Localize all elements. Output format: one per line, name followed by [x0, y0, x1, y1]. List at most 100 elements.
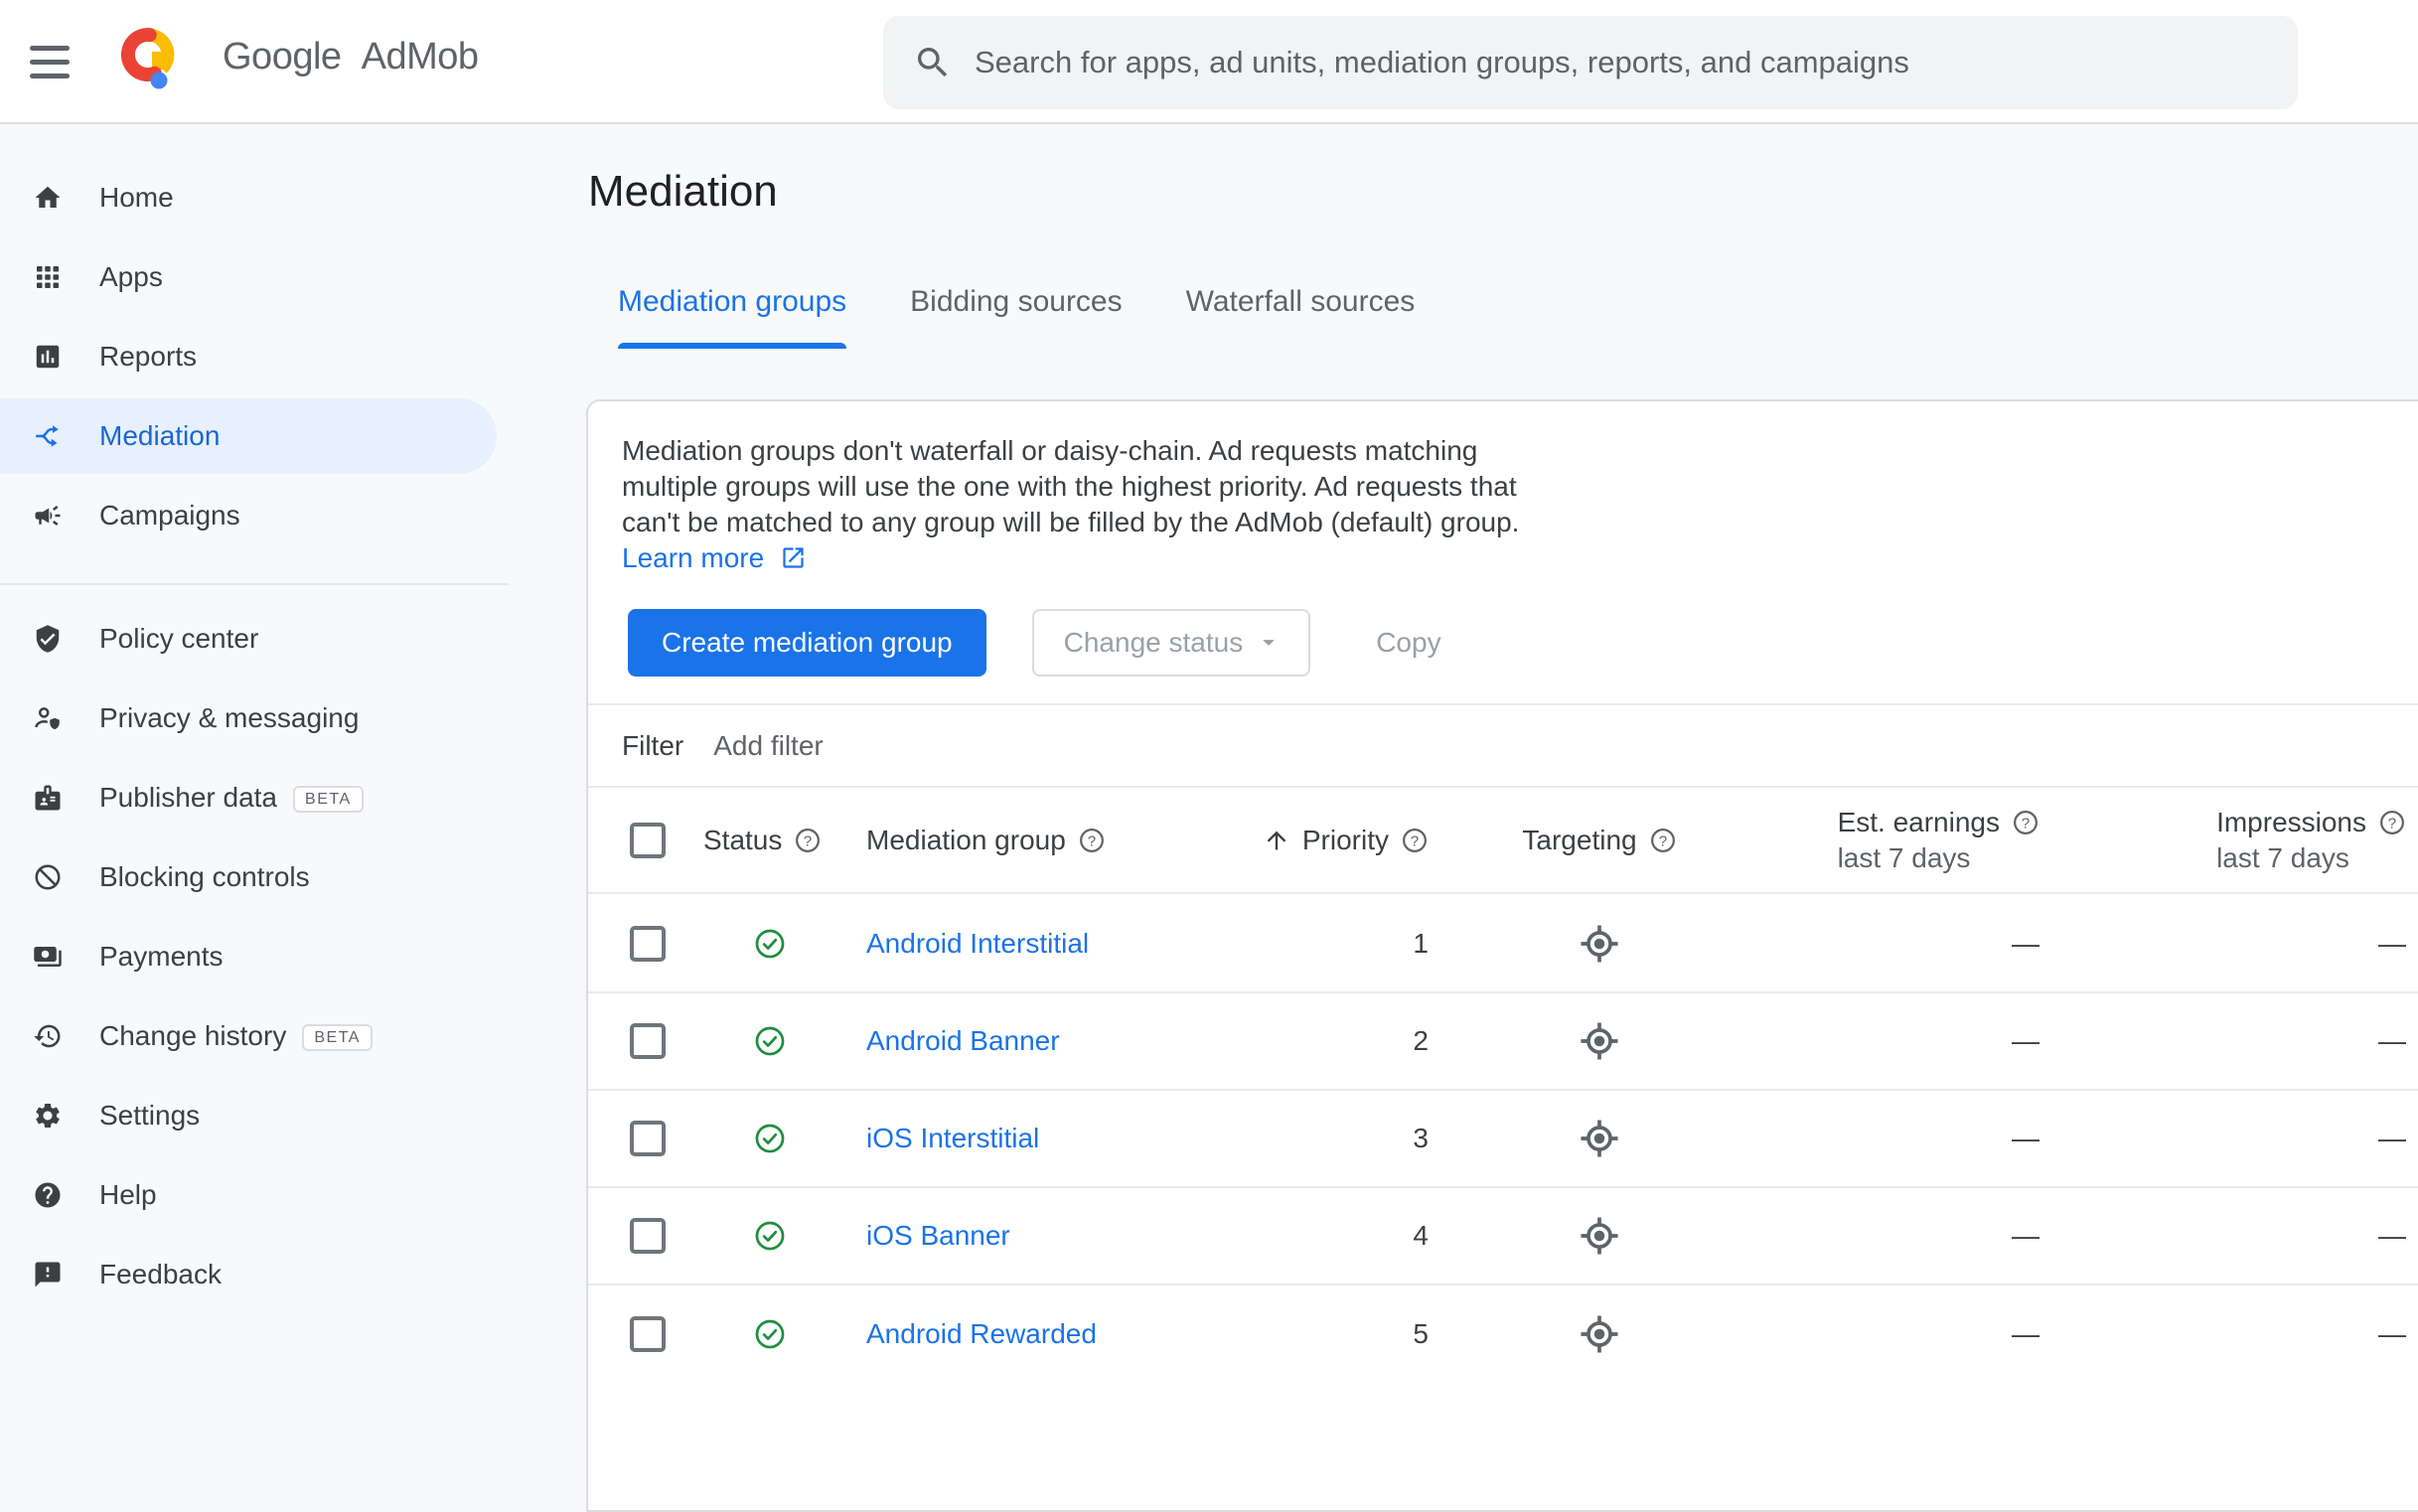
sidebar-nav: Home Apps Reports Mediation Campaigns Po…	[0, 124, 509, 1375]
admob-logo	[120, 28, 175, 89]
priority-value: 3	[1413, 1123, 1429, 1153]
help-icon[interactable]	[2012, 809, 2040, 836]
mediation-group-link[interactable]: Android Rewarded	[856, 1318, 1234, 1350]
sidebar-item-campaigns[interactable]: Campaigns	[0, 476, 497, 555]
table-row: Android Interstitial 1 — —	[588, 896, 2418, 993]
hamburger-menu-icon[interactable]	[30, 38, 77, 85]
section-divider	[588, 703, 2418, 705]
learn-more-link[interactable]: Learn more	[622, 542, 764, 573]
sidebar-item-blocking-controls[interactable]: Blocking controls	[0, 837, 497, 917]
targeting-icon[interactable]	[1579, 1020, 1620, 1062]
sidebar-item-mediation[interactable]: Mediation	[0, 398, 497, 474]
targeting-icon[interactable]	[1579, 1215, 1620, 1257]
table-body: Android Interstitial 1 — — Android Banne…	[588, 896, 2418, 1383]
mediation-group-link[interactable]: Android Banner	[856, 1025, 1234, 1057]
row-checkbox[interactable]	[630, 1121, 666, 1156]
targeting-icon[interactable]	[1579, 1313, 1620, 1355]
sort-ascending-icon[interactable]	[1263, 827, 1290, 854]
app-header: Google AdMob	[0, 0, 2418, 124]
tab-bar: Mediation groups Bidding sources Waterfa…	[618, 285, 1415, 349]
apps-grid-icon	[33, 262, 63, 292]
block-icon	[33, 862, 63, 892]
sidebar-item-change-history[interactable]: Change history BETA	[0, 996, 497, 1076]
sidebar-item-publisher-data[interactable]: Publisher data BETA	[0, 758, 497, 837]
targeting-icon[interactable]	[1579, 1118, 1620, 1159]
sidebar-item-home[interactable]: Home	[0, 158, 497, 237]
filter-label: Filter	[622, 729, 684, 761]
help-icon[interactable]	[794, 827, 822, 854]
help-icon[interactable]	[1078, 827, 1106, 854]
logo-wordmark: Google AdMob	[223, 36, 479, 78]
sidebar-item-label: Campaigns	[99, 500, 240, 530]
sidebar-item-label: Mediation	[99, 420, 221, 451]
sidebar-item-settings[interactable]: Settings	[0, 1076, 497, 1155]
beta-badge: BETA	[302, 1024, 373, 1051]
logo-product: AdMob	[361, 36, 479, 77]
sidebar-item-label: Blocking controls	[99, 861, 310, 892]
mediation-group-link[interactable]: Android Interstitial	[856, 928, 1234, 960]
earnings-value: —	[2012, 1025, 2040, 1056]
create-mediation-group-button[interactable]: Create mediation group	[628, 609, 986, 677]
select-all-checkbox[interactable]	[630, 822, 666, 858]
table-row: Android Banner 2 — —	[588, 993, 2418, 1091]
tab-mediation-groups[interactable]: Mediation groups	[618, 285, 847, 349]
column-status: Status	[703, 824, 783, 855]
search-icon	[913, 43, 953, 82]
description-text: Mediation groups don't waterfall or dais…	[622, 435, 1520, 537]
logo-brand: Google	[223, 36, 342, 77]
column-mediation-group: Mediation group	[866, 824, 1066, 855]
main-content: Mediation Mediation groups Bidding sourc…	[509, 124, 2418, 1512]
sidebar-item-payments[interactable]: Payments	[0, 917, 497, 996]
id-badge-icon	[33, 783, 63, 813]
sidebar-item-apps[interactable]: Apps	[0, 237, 497, 317]
targeting-icon[interactable]	[1579, 923, 1620, 965]
help-icon[interactable]	[1649, 827, 1677, 854]
status-active-icon	[753, 1317, 787, 1351]
reports-chart-icon	[33, 342, 63, 372]
external-link-icon	[780, 544, 807, 571]
copy-button[interactable]: Copy	[1352, 609, 1464, 677]
sidebar-item-privacy-messaging[interactable]: Privacy & messaging	[0, 679, 497, 758]
impressions-value: —	[2378, 1123, 2406, 1153]
mediation-group-link[interactable]: iOS Interstitial	[856, 1123, 1234, 1154]
payments-icon	[33, 942, 63, 972]
gear-icon	[33, 1101, 63, 1131]
filter-row: Filter Add filter	[622, 705, 824, 786]
chevron-down-icon	[1255, 629, 1283, 657]
status-active-icon	[753, 1219, 787, 1253]
shield-check-icon	[33, 624, 63, 654]
history-clock-icon	[33, 1021, 63, 1051]
table-row: Android Rewarded 5 — —	[588, 1285, 2418, 1383]
table-row: iOS Interstitial 3 — —	[588, 1091, 2418, 1188]
sidebar-item-label: Home	[99, 182, 174, 213]
beta-badge: BETA	[293, 786, 364, 813]
row-checkbox[interactable]	[630, 1316, 666, 1352]
sidebar-item-label: Feedback	[99, 1259, 222, 1289]
change-status-button[interactable]: Change status	[1031, 609, 1311, 677]
search-input[interactable]	[975, 33, 2298, 92]
help-icon[interactable]	[1401, 827, 1429, 854]
row-checkbox[interactable]	[630, 1218, 666, 1254]
column-impressions-sub: last 7 days	[2216, 841, 2349, 873]
sidebar-item-policy-center[interactable]: Policy center	[0, 599, 497, 679]
column-priority: Priority	[1301, 824, 1389, 855]
sidebar-item-label: Reports	[99, 341, 198, 372]
megaphone-icon	[33, 501, 63, 530]
sidebar-item-reports[interactable]: Reports	[0, 317, 497, 396]
help-icon[interactable]	[2378, 809, 2406, 836]
column-est-earnings-sub: last 7 days	[1837, 841, 1971, 873]
impressions-value: —	[2378, 1318, 2406, 1349]
add-filter-button[interactable]: Add filter	[713, 730, 824, 762]
sidebar-item-help[interactable]: Help	[0, 1155, 497, 1235]
search-bar[interactable]	[883, 16, 2298, 109]
tab-bidding-sources[interactable]: Bidding sources	[910, 285, 1122, 349]
sidebar-item-label: Policy center	[99, 623, 259, 654]
status-active-icon	[753, 1024, 787, 1058]
tab-waterfall-sources[interactable]: Waterfall sources	[1186, 285, 1416, 349]
mediation-group-link[interactable]: iOS Banner	[856, 1220, 1234, 1252]
sidebar-item-label: Apps	[99, 261, 163, 292]
sidebar-item-feedback[interactable]: Feedback	[0, 1235, 497, 1314]
row-checkbox[interactable]	[630, 1023, 666, 1059]
row-checkbox[interactable]	[630, 926, 666, 962]
sidebar-item-label: Payments	[99, 941, 224, 972]
